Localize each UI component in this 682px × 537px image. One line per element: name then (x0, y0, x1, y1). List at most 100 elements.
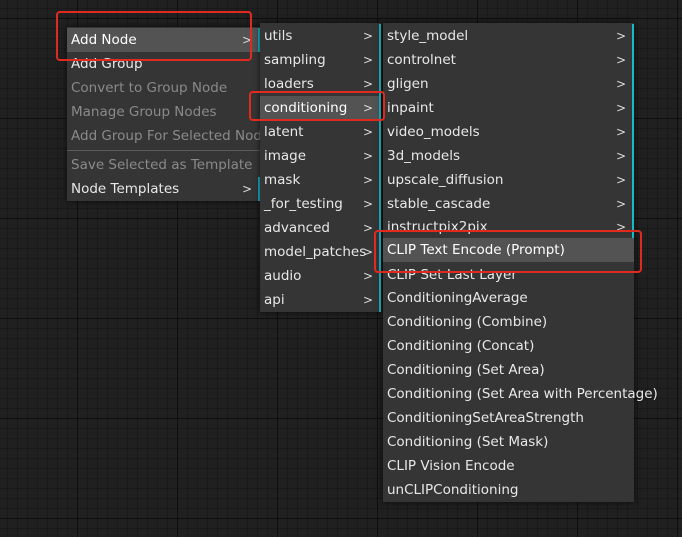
category-audio[interactable]: audio > (260, 264, 381, 288)
node-label: CLIP Vision Encode (387, 458, 515, 474)
category-label: mask (264, 172, 301, 188)
node-label: Conditioning (Set Area) (387, 362, 545, 378)
add-node-submenu: utils > sampling > loaders > conditionin… (260, 23, 381, 312)
node-clip-set-last-layer[interactable]: CLIP Set Last Layer (383, 262, 634, 286)
chevron-right-icon: > (615, 220, 626, 234)
category-mask[interactable]: mask > (260, 168, 381, 192)
node-label: ConditioningAverage (387, 290, 528, 306)
node-conditioning-set-area-percentage[interactable]: Conditioning (Set Area with Percentage) (383, 382, 658, 406)
menu-item-node-templates[interactable]: Node Templates > (67, 177, 260, 201)
category-label: sampling (264, 52, 326, 68)
subcategory-instructpix2pix[interactable]: instructpix2pix > (383, 216, 634, 238)
node-label: Conditioning (Set Mask) (387, 434, 549, 450)
chevron-right-icon: > (241, 33, 252, 47)
node-label: CLIP Set Last Layer (387, 267, 517, 283)
chevron-right-icon: > (615, 77, 626, 91)
category-label: loaders (264, 76, 314, 92)
category-conditioning[interactable]: conditioning > (260, 96, 381, 120)
node-clip-vision-encode[interactable]: CLIP Vision Encode (383, 454, 634, 478)
category-loaders[interactable]: loaders > (260, 72, 381, 96)
node-label: ConditioningSetAreaStrength (387, 410, 584, 426)
category-for-testing[interactable]: _for_testing > (260, 192, 381, 216)
node-unclip-conditioning[interactable]: unCLIPConditioning (383, 478, 634, 502)
menu-separator (67, 150, 260, 151)
subcategory-label: controlnet (387, 52, 456, 68)
chevron-right-icon: > (362, 53, 373, 67)
node-label: Conditioning (Combine) (387, 314, 548, 330)
node-conditioning-combine[interactable]: Conditioning (Combine) (383, 310, 634, 334)
category-utils[interactable]: utils > (260, 24, 381, 48)
node-conditioning-concat[interactable]: Conditioning (Concat) (383, 334, 634, 358)
subcategory-inpaint[interactable]: inpaint > (383, 96, 634, 120)
menu-item-label: Manage Group Nodes (71, 104, 217, 120)
chevron-right-icon: > (615, 125, 626, 139)
node-label: Conditioning (Concat) (387, 338, 535, 354)
subcategory-stable-cascade[interactable]: stable_cascade > (383, 192, 634, 216)
subcategory-upscale-diffusion[interactable]: upscale_diffusion > (383, 168, 634, 192)
chevron-right-icon: > (241, 182, 252, 196)
chevron-right-icon: > (362, 269, 373, 283)
menu-item-label: Convert to Group Node (71, 80, 228, 96)
node-editor-canvas[interactable]: { "context_menu": { "items": [ {"label":… (0, 0, 682, 537)
chevron-right-icon: > (615, 29, 626, 43)
chevron-right-icon: > (362, 101, 373, 115)
node-conditioning-set-area[interactable]: Conditioning (Set Area) (383, 358, 634, 382)
chevron-right-icon: > (362, 221, 373, 235)
chevron-right-icon: > (615, 173, 626, 187)
chevron-right-icon: > (362, 245, 373, 259)
chevron-right-icon: > (362, 125, 373, 139)
subcategory-label: gligen (387, 76, 429, 92)
subcategory-label: instructpix2pix (387, 219, 488, 235)
menu-item-label: Add Node (71, 32, 137, 48)
category-label: image (264, 148, 307, 164)
menu-item-add-group-for-selected: Add Group For Selected Nodes (67, 124, 277, 148)
subcategory-3d-models[interactable]: 3d_models > (383, 144, 634, 168)
subcategory-controlnet[interactable]: controlnet > (383, 48, 634, 72)
menu-item-manage-group-nodes: Manage Group Nodes (67, 100, 260, 124)
chevron-right-icon: > (615, 197, 626, 211)
chevron-right-icon: > (615, 53, 626, 67)
menu-item-convert-to-group-node: Convert to Group Node (67, 76, 260, 100)
subcategory-label: inpaint (387, 100, 434, 116)
subcategory-label: video_models (387, 124, 480, 140)
subcategory-video-models[interactable]: video_models > (383, 120, 634, 144)
category-label: api (264, 292, 285, 308)
node-label: Conditioning (Set Area with Percentage) (387, 386, 658, 402)
node-conditioning-set-mask[interactable]: Conditioning (Set Mask) (383, 430, 634, 454)
conditioning-submenu: style_model > controlnet > gligen > inpa… (383, 23, 658, 502)
category-label: utils (264, 28, 293, 44)
menu-item-label: Save Selected as Template (71, 157, 253, 173)
category-label: model_patches (264, 244, 367, 260)
category-label: advanced (264, 220, 330, 236)
menu-item-label: Add Group (71, 56, 143, 72)
chevron-right-icon: > (615, 101, 626, 115)
menu-item-save-selected-as-template: Save Selected as Template (67, 153, 260, 177)
category-label: conditioning (264, 100, 348, 116)
node-label: unCLIPConditioning (387, 482, 519, 498)
subcategory-style-model[interactable]: style_model > (383, 24, 634, 48)
context-menu: Add Node > Add Group Convert to Group No… (67, 27, 277, 201)
subcategory-label: style_model (387, 28, 469, 44)
category-label: _for_testing (264, 196, 343, 212)
category-advanced[interactable]: advanced > (260, 216, 381, 240)
category-sampling[interactable]: sampling > (260, 48, 381, 72)
category-latent[interactable]: latent > (260, 120, 381, 144)
subcategory-gligen[interactable]: gligen > (383, 72, 634, 96)
subcategory-label: 3d_models (387, 148, 460, 164)
chevron-right-icon: > (362, 29, 373, 43)
node-conditioning-average[interactable]: ConditioningAverage (383, 286, 634, 310)
chevron-right-icon: > (362, 293, 373, 307)
menu-item-add-node[interactable]: Add Node > (67, 28, 260, 52)
menu-item-add-group[interactable]: Add Group (67, 52, 260, 76)
category-label: audio (264, 268, 302, 284)
node-conditioning-set-area-strength[interactable]: ConditioningSetAreaStrength (383, 406, 634, 430)
node-clip-text-encode[interactable]: CLIP Text Encode (Prompt) (383, 238, 634, 262)
chevron-right-icon: > (362, 77, 373, 91)
category-api[interactable]: api > (260, 288, 381, 312)
chevron-right-icon: > (362, 173, 373, 187)
category-model-patches[interactable]: model_patches > (260, 240, 381, 264)
subcategory-label: stable_cascade (387, 196, 491, 212)
category-image[interactable]: image > (260, 144, 381, 168)
chevron-right-icon: > (362, 197, 373, 211)
subcategory-label: upscale_diffusion (387, 172, 504, 188)
